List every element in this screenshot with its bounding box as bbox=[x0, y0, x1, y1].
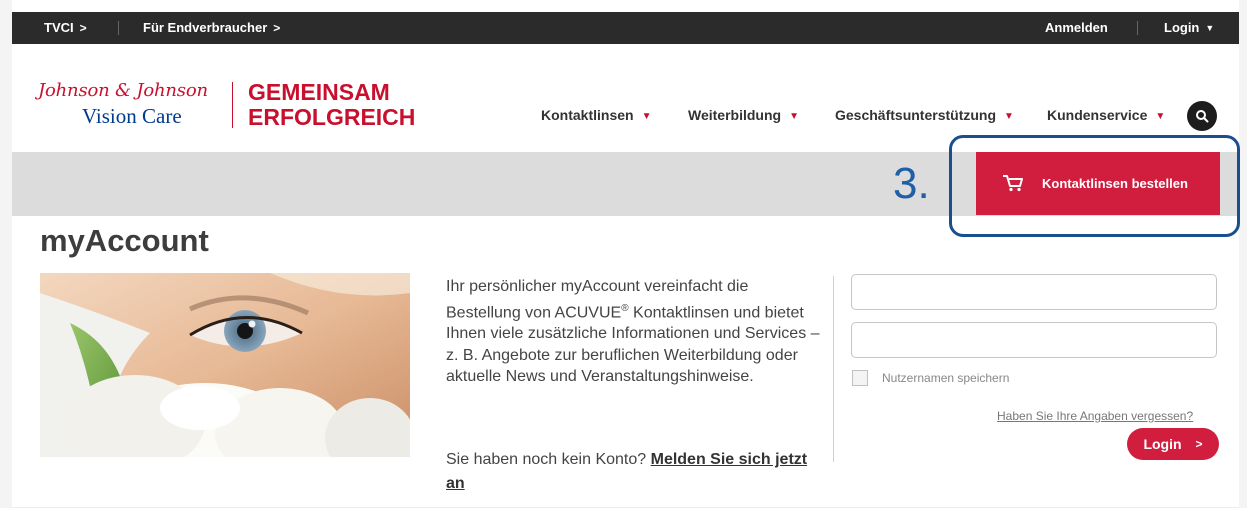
caret-down-icon: ▼ bbox=[1004, 111, 1014, 122]
nav-item-kontaktlinsen[interactable]: Kontaktlinsen ▼ bbox=[541, 107, 651, 123]
logo-tagline-2: ERFOLGREICH bbox=[248, 104, 416, 130]
logo-divider bbox=[232, 82, 233, 128]
nav-item-weiterbildung[interactable]: Weiterbildung ▼ bbox=[688, 107, 799, 123]
annotation-highlight-box bbox=[949, 135, 1240, 237]
topbar-link-tvci[interactable]: TVCI > bbox=[44, 20, 87, 35]
topbar-signin-link[interactable]: Anmelden bbox=[1045, 20, 1108, 35]
logo-brand-line: Johnson & Johnson bbox=[38, 80, 208, 101]
frame-right-edge bbox=[1239, 0, 1247, 508]
nav-item-geschaeftsunterstuetzung[interactable]: Geschäftsunterstützung ▼ bbox=[835, 107, 1014, 123]
login-button[interactable]: Login > bbox=[1127, 428, 1219, 460]
top-bar: TVCI > Für Endverbraucher > Anmelden Login… bbox=[12, 12, 1239, 44]
remember-username-option[interactable]: Nutzernamen speichern bbox=[852, 370, 1009, 386]
search-button[interactable] bbox=[1187, 101, 1217, 131]
forgot-credentials-link[interactable]: Haben Sie Ihre Angaben vergessen? bbox=[997, 409, 1193, 423]
caret-down-icon: ▼ bbox=[789, 111, 799, 122]
remember-label: Nutzernamen speichern bbox=[882, 371, 1010, 385]
logo-tagline-1: GEMEINSAM bbox=[248, 79, 390, 105]
chevron-right-icon: > bbox=[79, 21, 87, 35]
intro-text: Ihr persönlicher myAccount vereinfacht d… bbox=[446, 278, 820, 386]
caret-down-icon: ▼ bbox=[641, 111, 652, 122]
password-input[interactable] bbox=[851, 322, 1217, 358]
page-title: myAccount bbox=[40, 223, 209, 258]
caret-down-icon: ▼ bbox=[1205, 23, 1215, 33]
frame-left-edge bbox=[0, 0, 12, 508]
chevron-right-icon: > bbox=[273, 21, 281, 35]
signup-prompt: Sie haben noch kein Konto? Melden Sie si… bbox=[446, 451, 808, 492]
topbar-link-consumer[interactable]: Für Endverbraucher > bbox=[143, 20, 280, 35]
chevron-right-icon: > bbox=[1195, 437, 1203, 451]
step-annotation: 3. bbox=[893, 159, 930, 208]
topbar-login-menu[interactable]: Login ▼ bbox=[1164, 20, 1214, 35]
topbar-separator bbox=[118, 21, 119, 35]
caret-down-icon: ▼ bbox=[1155, 111, 1166, 122]
hero-image bbox=[40, 273, 410, 457]
username-input[interactable] bbox=[851, 274, 1217, 310]
nav-item-kundenservice[interactable]: Kundenservice ▼ bbox=[1047, 107, 1165, 123]
logo-sub-line: Vision Care bbox=[82, 104, 182, 128]
search-icon bbox=[1196, 110, 1209, 123]
topbar-separator bbox=[1137, 21, 1138, 35]
content-divider bbox=[833, 276, 834, 462]
remember-checkbox[interactable] bbox=[852, 370, 868, 386]
